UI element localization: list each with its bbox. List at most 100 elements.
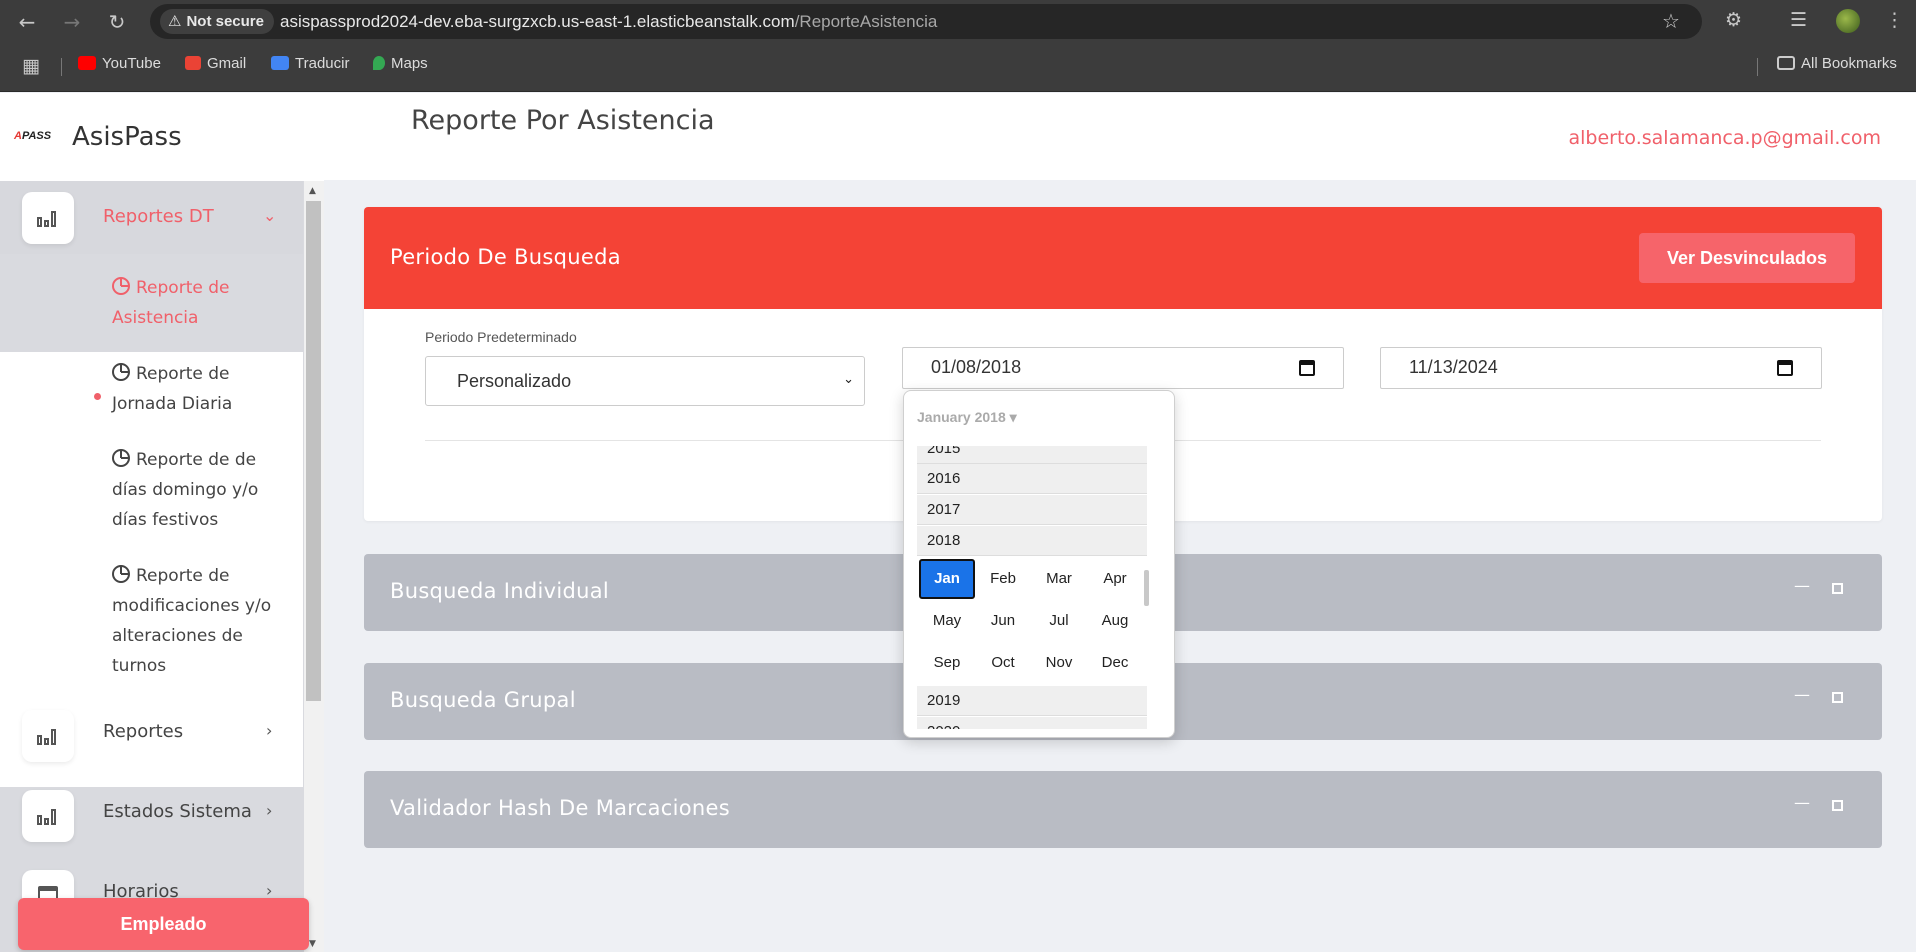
bookmark-label: YouTube <box>102 55 161 72</box>
month-cell[interactable]: Jun <box>975 601 1031 641</box>
forward-arrow-icon[interactable]: → <box>58 8 86 36</box>
security-label: Not secure <box>186 13 264 30</box>
chevron-right-icon: › <box>266 721 273 740</box>
bookmark-traducir[interactable]: Traducir <box>271 55 349 72</box>
picker-month-year[interactable]: January 2018 ▾ <box>917 409 1017 426</box>
panel-validador-hash[interactable]: Validador Hash De Marcaciones — <box>364 771 1882 848</box>
submenu-label: Reporte de Jornada Diaria <box>112 364 233 414</box>
caret-down-icon: ▾ <box>1009 409 1017 425</box>
fullscreen-icon[interactable] <box>1832 800 1843 811</box>
bookmark-separator <box>61 58 62 76</box>
youtube-icon <box>78 56 96 70</box>
month-cell[interactable]: Sep <box>919 643 975 683</box>
year-row[interactable]: 2016 <box>917 464 1147 494</box>
picker-year-month-list: 2015 2016 2017 2018 Jan Feb Mar Apr May … <box>917 446 1147 729</box>
security-badge[interactable]: ⚠ Not secure <box>160 9 274 34</box>
menu-dots-icon[interactable]: ⋮ <box>1885 9 1904 31</box>
date-from-input[interactable]: 01/08/2018 <box>902 347 1344 389</box>
date-from-value: 01/08/2018 <box>931 357 1022 377</box>
browser-toolbar: ← → ↻ ⚠ Not secure asispassprod2024-dev.e… <box>0 0 1916 43</box>
profile-avatar[interactable] <box>1836 9 1860 33</box>
all-bookmarks-label: All Bookmarks <box>1801 55 1897 72</box>
pie-chart-icon <box>112 277 130 295</box>
bar-chart-icon <box>22 710 74 762</box>
month-cell[interactable]: Mar <box>1031 559 1087 599</box>
month-cell[interactable]: Oct <box>975 643 1031 683</box>
all-bookmarks[interactable]: All Bookmarks <box>1777 55 1897 72</box>
picker-header-label: January 2018 <box>917 409 1006 425</box>
scroll-down-icon[interactable]: ▼ <box>309 939 316 949</box>
pie-chart-icon <box>112 565 130 583</box>
year-row[interactable]: 2019 <box>917 686 1147 716</box>
bookmark-label: Maps <box>391 55 428 72</box>
calendar-icon[interactable] <box>1777 360 1793 376</box>
date-to-input[interactable]: 11/13/2024 <box>1380 347 1822 389</box>
month-cell[interactable]: Feb <box>975 559 1031 599</box>
submenu-item-reporte-asistencia[interactable]: Reporte de Asistencia <box>112 273 292 333</box>
bookmark-star-icon[interactable]: ☆ <box>1662 9 1680 33</box>
submenu-item-modificaciones-turnos[interactable]: Reporte de modificaciones y/o alteracion… <box>112 561 292 681</box>
date-picker-popup: January 2018 ▾ 2015 2016 2017 2018 Jan F… <box>903 390 1175 738</box>
media-controls-icon[interactable]: ☰ <box>1790 9 1807 31</box>
scroll-up-icon[interactable]: ▲ <box>309 186 316 196</box>
submenu-label: Reporte de modificaciones y/o alteracion… <box>112 566 272 676</box>
apps-grid-icon[interactable]: ▦ <box>22 55 40 77</box>
submenu-item-domingos-festivos[interactable]: Reporte de de días domingo y/o días fest… <box>112 445 292 535</box>
fullscreen-icon[interactable] <box>1832 692 1843 703</box>
collapse-icon[interactable]: — <box>1794 685 1810 704</box>
logo-word: PASS <box>21 130 52 142</box>
picker-scrollbar-thumb[interactable] <box>1144 570 1149 606</box>
page-title: Reporte Por Asistencia <box>411 105 715 136</box>
address-bar[interactable]: ⚠ Not secure asispassprod2024-dev.eba-sur… <box>150 4 1702 39</box>
maps-pin-icon <box>373 56 385 70</box>
panel-title: Busqueda Grupal <box>390 688 576 712</box>
chevron-right-icon: › <box>266 801 273 820</box>
reload-icon[interactable]: ↻ <box>103 8 131 36</box>
fullscreen-icon[interactable] <box>1832 583 1843 594</box>
bar-chart-icon <box>22 192 74 244</box>
brand-name: AsisPass <box>72 122 182 152</box>
panel-title: Validador Hash De Marcaciones <box>390 796 730 820</box>
month-cell[interactable]: Jul <box>1031 601 1087 641</box>
brand[interactable]: APASS AsisPass <box>14 120 314 160</box>
year-row[interactable]: 2015 <box>917 446 1147 464</box>
bookmark-youtube[interactable]: YouTube <box>78 55 161 72</box>
month-cell[interactable]: Aug <box>1087 601 1143 641</box>
empleado-button[interactable]: Empleado <box>18 898 309 950</box>
pie-chart-icon <box>112 363 130 381</box>
back-arrow-icon[interactable]: ← <box>13 8 41 36</box>
card-title: Periodo De Busqueda <box>390 245 621 269</box>
sidebar-item-reportes-dt[interactable]: Reportes DT ⌄ <box>0 181 303 254</box>
month-cell[interactable]: Jan <box>919 559 975 599</box>
chevron-down-icon: ⌄ <box>843 372 854 387</box>
month-cell[interactable]: Apr <box>1087 559 1143 599</box>
bookmark-maps[interactable]: Maps <box>373 55 428 72</box>
panel-title: Busqueda Individual <box>390 579 610 603</box>
year-row[interactable]: 2020 <box>917 717 1147 729</box>
period-select[interactable]: Personalizado ⌄ <box>425 356 865 406</box>
sidebar-item-label: Estados Sistema <box>103 801 252 822</box>
bookmark-gmail[interactable]: Gmail <box>185 55 246 72</box>
bookmark-label: Traducir <box>295 55 350 72</box>
year-row[interactable]: 2017 <box>917 495 1147 525</box>
calendar-icon[interactable] <box>1299 360 1315 376</box>
collapse-icon[interactable]: — <box>1794 793 1810 812</box>
sidebar-scrollbar-thumb[interactable] <box>306 201 321 701</box>
year-row[interactable]: 2018 <box>917 526 1147 556</box>
month-cell[interactable]: Nov <box>1031 643 1087 683</box>
extensions-icon[interactable]: ⚙ <box>1725 9 1742 31</box>
translate-icon <box>271 56 289 70</box>
month-cell[interactable]: Dec <box>1087 643 1143 683</box>
brand-logo: APASS <box>14 130 51 142</box>
sidebar-item-label: Reportes <box>103 721 184 742</box>
collapse-icon[interactable]: — <box>1794 576 1810 595</box>
ver-desvinculados-button[interactable]: Ver Desvinculados <box>1639 233 1855 283</box>
bar-chart-icon <box>22 790 74 842</box>
url-text[interactable]: asispassprod2024-dev.eba-surgzxcb.us-eas… <box>280 12 937 32</box>
submenu-item-jornada-diaria[interactable]: Reporte de Jornada Diaria <box>112 359 292 419</box>
chevron-down-icon: ⌄ <box>263 206 277 225</box>
pie-chart-icon <box>112 449 130 467</box>
submenu-label: Reporte de de días domingo y/o días fest… <box>112 450 259 530</box>
month-cell[interactable]: May <box>919 601 975 641</box>
user-email[interactable]: alberto.salamanca.p@gmail.com <box>1569 127 1882 149</box>
